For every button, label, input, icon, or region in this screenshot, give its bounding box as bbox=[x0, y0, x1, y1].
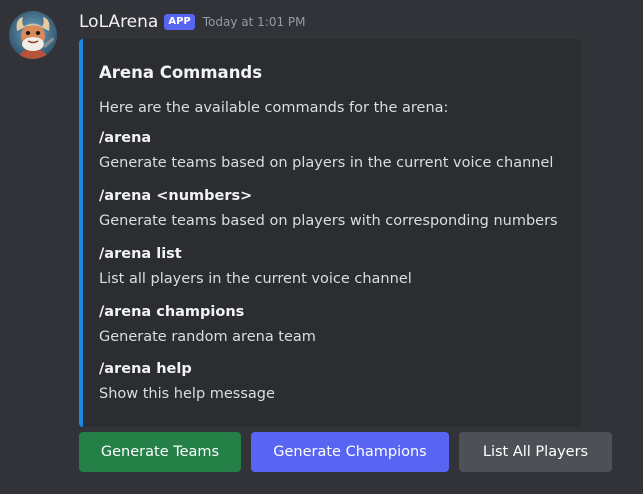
embed-card: Arena Commands Here are the available co… bbox=[79, 39, 581, 427]
list-all-players-button[interactable]: List All Players bbox=[459, 432, 612, 472]
command-description: Show this help message bbox=[99, 386, 275, 402]
command-item: /arena help Show this help message bbox=[99, 359, 275, 404]
embed-title: Arena Commands bbox=[99, 63, 263, 82]
embed-description: Here are the available commands for the … bbox=[99, 100, 449, 116]
generate-champions-button[interactable]: Generate Champions bbox=[251, 432, 449, 472]
username[interactable]: LoLArena bbox=[79, 12, 158, 32]
command-name: /arena <numbers> bbox=[99, 188, 253, 204]
command-name: /arena bbox=[99, 130, 152, 146]
command-name: /arena list bbox=[99, 246, 182, 262]
command-description: Generate teams based on players with cor… bbox=[99, 213, 558, 229]
command-name: /arena champions bbox=[99, 304, 245, 320]
command-name: /arena help bbox=[99, 361, 192, 377]
app-badge: APP bbox=[164, 14, 195, 30]
command-item: /arena list List all players in the curr… bbox=[99, 244, 412, 289]
command-description: Generate teams based on players in the c… bbox=[99, 155, 554, 171]
command-item: /arena Generate teams based on players i… bbox=[99, 128, 553, 173]
avatar[interactable] bbox=[9, 11, 57, 59]
chat-message: LoLArena APP Today at 1:01 PM Arena Comm… bbox=[0, 0, 643, 494]
timestamp[interactable]: Today at 1:01 PM bbox=[203, 15, 306, 29]
command-description: Generate random arena team bbox=[99, 329, 316, 345]
avatar-icon bbox=[9, 11, 57, 59]
generate-teams-button[interactable]: Generate Teams bbox=[79, 432, 241, 472]
command-description: List all players in the current voice ch… bbox=[99, 271, 412, 287]
message-header: LoLArena APP Today at 1:01 PM bbox=[79, 11, 306, 33]
command-item: /arena <numbers> Generate teams based on… bbox=[99, 186, 558, 231]
command-item: /arena champions Generate random arena t… bbox=[99, 302, 316, 347]
